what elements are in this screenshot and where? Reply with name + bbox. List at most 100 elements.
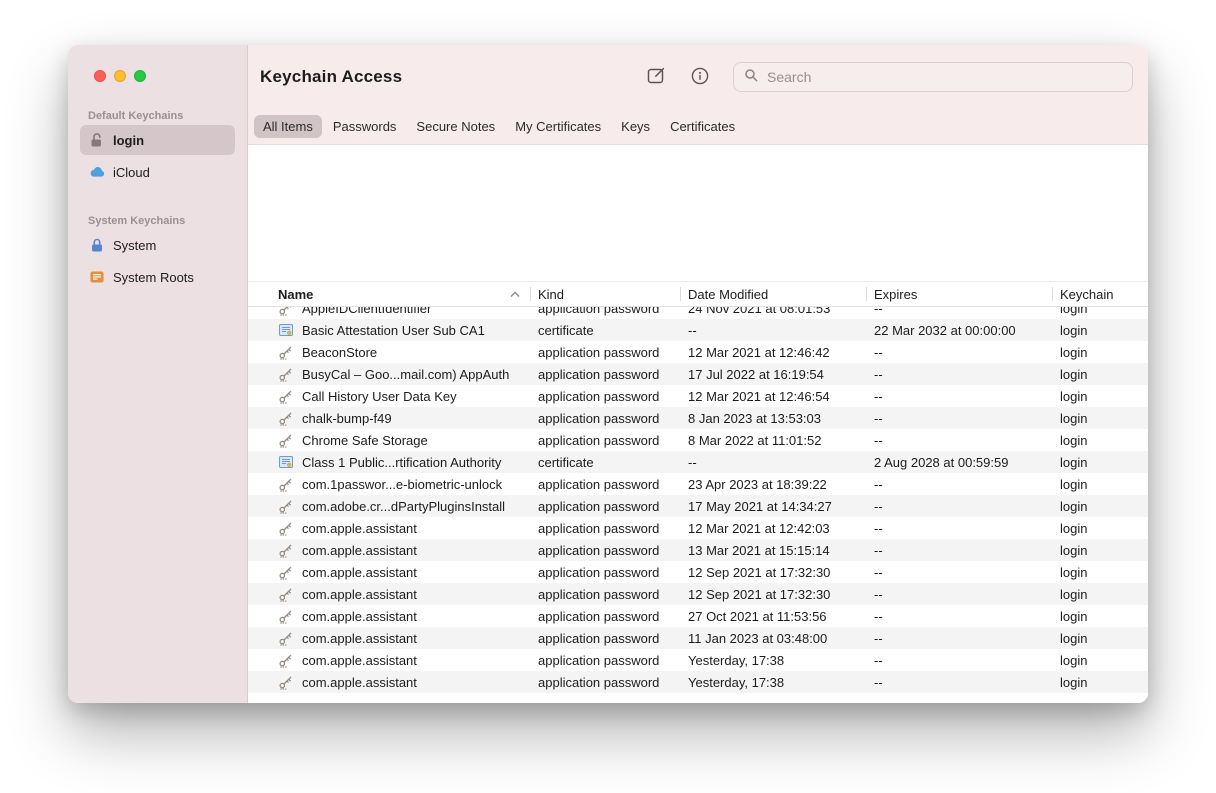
cell-expires: -- [866,477,1052,492]
sidebar-item-label: System Roots [113,270,194,285]
column-header-label: Date Modified [688,287,768,302]
cell-name: com.apple.assistant [248,674,530,690]
cell-keychain: login [1052,631,1148,646]
tab-my-certificates[interactable]: My Certificates [506,115,610,138]
traffic-lights [68,45,247,82]
cell-kind: application password [530,675,680,690]
cell-date-modified: 12 Mar 2021 at 12:42:03 [680,521,866,536]
cell-keychain: login [1052,323,1148,338]
cell-date-modified: -- [680,455,866,470]
table-header: NameKind Date Modified Expires Keychain [248,281,1148,307]
sidebar-item-system-roots[interactable]: System Roots [80,262,235,292]
cell-date-modified: Yesterday, 17:38 [680,653,866,668]
column-header-label: Keychain [1060,287,1113,302]
item-name: com.apple.assistant [302,521,417,536]
info-button[interactable] [685,62,715,92]
cell-date-modified: 12 Mar 2021 at 12:46:54 [680,389,866,404]
cloud-icon [88,163,106,181]
cell-keychain: login [1052,477,1148,492]
table-row[interactable]: com.1passwor...e-biometric-unlockapplica… [248,473,1148,495]
zoom-button[interactable] [134,70,146,82]
item-name: Chrome Safe Storage [302,433,428,448]
cell-name: com.apple.assistant [248,608,530,624]
search-field[interactable] [733,62,1133,92]
table-row[interactable]: Chrome Safe Storageapplication password8… [248,429,1148,451]
sidebar-item-login[interactable]: login [80,125,235,155]
item-name: com.apple.assistant [302,543,417,558]
table-row[interactable]: BusyCal – Goo...mail.com) AppAuthapplica… [248,363,1148,385]
key-icon [278,410,294,426]
minimize-button[interactable] [114,70,126,82]
cell-keychain: login [1052,433,1148,448]
table-row[interactable]: Call History User Data Keyapplication pa… [248,385,1148,407]
table-row[interactable]: com.adobe.cr...dPartyPluginsInstallappli… [248,495,1148,517]
table-row[interactable]: com.apple.assistantapplication password1… [248,583,1148,605]
column-header-kind[interactable]: Kind [530,282,680,306]
table-row[interactable]: com.apple.assistant application password1… [248,539,1148,561]
cell-keychain: login [1052,543,1148,558]
cell-name: com.apple.assistant [248,630,530,646]
cell-expires: 2 Aug 2028 at 00:59:59 [866,455,1052,470]
cell-date-modified: 23 Apr 2023 at 18:39:22 [680,477,866,492]
column-header-expires[interactable]: Expires [866,282,1052,306]
table-row[interactable]: com.apple.assistantapplication passwordY… [248,671,1148,693]
table-row[interactable]: AppleIDClientIdentifierapplication passw… [248,307,1148,319]
cell-name: Basic Attestation User Sub CA1 [248,322,530,338]
tab-passwords[interactable]: Passwords [324,115,406,138]
key-icon [278,307,294,316]
cell-expires: -- [866,433,1052,448]
item-name: Class 1 Public...rtification Authority [302,455,501,470]
table-row[interactable]: com.apple.assistantapplication password1… [248,627,1148,649]
item-name: com.apple.assistant [302,609,417,624]
table-row[interactable]: Class 1 Public...rtification Authorityce… [248,451,1148,473]
category-tabbar: All ItemsPasswordsSecure NotesMy Certifi… [248,109,1148,145]
cell-expires: -- [866,411,1052,426]
table-row[interactable]: com.apple.assistantapplication password1… [248,517,1148,539]
tab-certificates[interactable]: Certificates [661,115,744,138]
search-input[interactable] [765,68,1122,86]
compose-icon [645,65,667,90]
item-name: chalk-bump-f49 [302,411,392,426]
cell-date-modified: Yesterday, 17:38 [680,675,866,690]
item-name: Call History User Data Key [302,389,457,404]
table-row[interactable]: com.apple.assistantapplication password1… [248,561,1148,583]
cell-kind: certificate [530,323,680,338]
sidebar-item-icloud[interactable]: iCloud [80,157,235,187]
close-button[interactable] [94,70,106,82]
table-row[interactable]: Basic Attestation User Sub CA1 certificat… [248,319,1148,341]
tab-keys[interactable]: Keys [612,115,659,138]
cell-name: Chrome Safe Storage [248,432,530,448]
column-header-name[interactable]: Name [248,282,530,306]
cell-date-modified: 8 Mar 2022 at 11:01:52 [680,433,866,448]
cell-name: BusyCal – Goo...mail.com) AppAuth [248,366,530,382]
key-icon [278,388,294,404]
item-name: com.apple.assistant [302,565,417,580]
cell-expires: -- [866,367,1052,382]
cell-keychain: login [1052,367,1148,382]
sidebar-item-system[interactable]: System [80,230,235,260]
search-icon [744,68,758,87]
tab-secure-notes[interactable]: Secure Notes [407,115,504,138]
cell-name: com.apple.assistant [248,586,530,602]
table-row[interactable]: chalk-bump-f49application password8 Jan … [248,407,1148,429]
key-icon [278,366,294,382]
table-row[interactable]: com.apple.assistantapplication passwordY… [248,649,1148,671]
cell-keychain: login [1052,653,1148,668]
cell-date-modified: 13 Mar 2021 at 15:15:14 [680,543,866,558]
cell-kind: application password [530,609,680,624]
column-header-keychain[interactable]: Keychain [1052,282,1148,306]
new-item-button[interactable] [641,62,671,92]
cell-date-modified: 12 Sep 2021 at 17:32:30 [680,565,866,580]
item-name: Basic Attestation User Sub CA1 [302,323,485,338]
column-header-date-modified[interactable]: Date Modified [680,282,866,306]
tab-all-items[interactable]: All Items [254,115,322,138]
cert-box-icon [88,269,106,285]
table-row[interactable]: BeaconStoreapplication password12 Mar 20… [248,341,1148,363]
table-row[interactable]: com.apple.assistantapplication password2… [248,605,1148,627]
table-body: AppleIDClientIdentifierapplication passw… [248,307,1148,703]
cell-kind: application password [530,499,680,514]
cell-kind: application password [530,543,680,558]
key-icon [278,476,294,492]
cell-expires: -- [866,587,1052,602]
cell-expires: -- [866,499,1052,514]
